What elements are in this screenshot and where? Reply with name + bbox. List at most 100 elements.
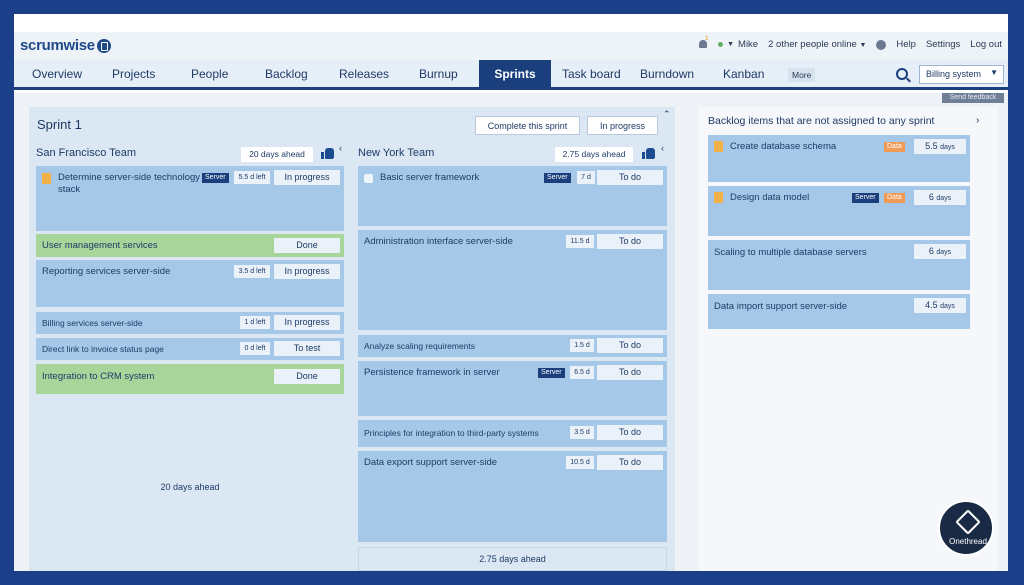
sprint-item[interactable]: Principles for integration to third-part… bbox=[358, 420, 667, 447]
chevron-down-icon: ▼ bbox=[990, 68, 998, 77]
chevron-right-icon[interactable]: › bbox=[976, 115, 979, 126]
item-status[interactable]: To do bbox=[597, 365, 663, 380]
thumbs-up-icon[interactable] bbox=[321, 147, 334, 159]
logo-icon bbox=[96, 38, 111, 53]
send-feedback-button[interactable]: Send feedback bbox=[942, 93, 1004, 103]
tab-task-board[interactable]: Task board bbox=[562, 60, 621, 90]
item-status[interactable]: In progress bbox=[274, 264, 340, 279]
user-menu[interactable]: ▼ Mike bbox=[718, 39, 758, 50]
tab-people[interactable]: People bbox=[191, 60, 228, 90]
more-button[interactable]: More bbox=[788, 68, 816, 82]
item-title: Integration to CRM system bbox=[42, 371, 155, 382]
item-title: Billing services server-side bbox=[42, 318, 143, 328]
sprint-item[interactable]: Reporting services server-side 3.5 d lef… bbox=[36, 260, 344, 307]
tab-projects[interactable]: Projects bbox=[112, 60, 155, 90]
item-status[interactable]: Done bbox=[274, 369, 340, 384]
item-title: Analyze scaling requirements bbox=[364, 341, 476, 351]
item-title: Direct link to invoice status page bbox=[42, 344, 164, 354]
tab-kanban[interactable]: Kanban bbox=[723, 60, 764, 90]
team-name-sf: San Francisco Team bbox=[36, 147, 137, 159]
sprint-item[interactable]: Basic server framework Server 7 d To do bbox=[358, 166, 667, 226]
item-days: 6 days bbox=[914, 190, 966, 205]
team-footer-ny: 2.75 days ahead bbox=[479, 554, 546, 564]
item-title: Design data model bbox=[730, 192, 810, 203]
sprint-item[interactable]: Persistence framework in server Server 6… bbox=[358, 361, 667, 416]
sprint-title[interactable]: Sprint 1 bbox=[37, 117, 82, 132]
sprint-item[interactable]: Billing services server-side 1 d left In… bbox=[36, 312, 344, 334]
tab-backlog[interactable]: Backlog bbox=[265, 60, 308, 90]
backlog-item[interactable]: Scaling to multiple database servers 6 d… bbox=[708, 240, 970, 290]
item-estimate: 7 d bbox=[577, 171, 595, 184]
team-footer-sf: 20 days ahead bbox=[160, 482, 220, 492]
item-status[interactable]: To do bbox=[597, 425, 663, 440]
sprint-item[interactable]: Data export support server-side 10.5 d T… bbox=[358, 451, 667, 542]
settings-link[interactable]: Settings bbox=[926, 39, 960, 50]
tab-burnup[interactable]: Burnup bbox=[419, 60, 458, 90]
thumbs-up-icon[interactable] bbox=[642, 147, 655, 159]
item-status[interactable]: To test bbox=[274, 341, 340, 356]
app-logo[interactable]: scrumwise bbox=[20, 37, 111, 54]
item-status[interactable]: To do bbox=[597, 338, 663, 353]
item-estimate: 3.5 d bbox=[570, 426, 594, 439]
item-status[interactable]: Done bbox=[274, 238, 340, 253]
logout-link[interactable]: Log out bbox=[970, 39, 1002, 50]
item-title: Persistence framework in server bbox=[364, 367, 500, 378]
item-status[interactable]: In progress bbox=[274, 315, 340, 330]
backlog-title: Backlog items that are not assigned to a… bbox=[708, 115, 935, 127]
item-title: Data export support server-side bbox=[364, 457, 498, 468]
brand-badge-text: Onethread bbox=[949, 537, 987, 546]
sprint-item[interactable]: User management services Done bbox=[36, 234, 344, 257]
complete-sprint-button[interactable]: Complete this sprint bbox=[475, 116, 580, 135]
days-value: 6 bbox=[928, 192, 934, 202]
project-select[interactable]: Billing system ▼ bbox=[919, 65, 1004, 84]
item-title: Create database schema bbox=[730, 141, 837, 152]
help-link[interactable]: Help bbox=[896, 39, 916, 50]
tab-releases[interactable]: Releases bbox=[339, 60, 389, 90]
item-status[interactable]: To do bbox=[597, 170, 663, 185]
bell-icon[interactable]: 1 bbox=[698, 36, 708, 50]
sprint-status-button[interactable]: In progress bbox=[587, 116, 658, 135]
cube-icon bbox=[955, 509, 981, 535]
item-estimate: 1.5 d bbox=[570, 339, 594, 352]
main-nav: Overview Projects People Backlog Release… bbox=[14, 60, 1008, 90]
tab-overview[interactable]: Overview bbox=[32, 60, 82, 90]
item-days: 6 days bbox=[914, 244, 966, 259]
data-tag: Data bbox=[884, 193, 905, 203]
top-bar: scrumwise 1 ▼ Mike 2 other people online… bbox=[14, 32, 1008, 60]
item-status[interactable]: In progress bbox=[274, 170, 340, 185]
sprint-item[interactable]: Integration to CRM system Done bbox=[36, 364, 344, 394]
tab-burndown[interactable]: Burndown bbox=[640, 60, 694, 90]
backlog-item[interactable]: Design data model Server Data 6 days bbox=[708, 186, 970, 236]
user-name: Mike bbox=[738, 39, 759, 50]
item-status[interactable]: To do bbox=[597, 234, 663, 249]
chevron-up-icon[interactable]: ⌃ bbox=[663, 109, 671, 120]
app-window: scrumwise 1 ▼ Mike 2 other people online… bbox=[14, 14, 1008, 571]
team-name-ny: New York Team bbox=[358, 147, 435, 159]
team-ahead-sf: 20 days ahead bbox=[241, 147, 313, 162]
days-value: 4.5 bbox=[925, 300, 938, 310]
backlog-item[interactable]: Create database schema Data 5.5 days bbox=[708, 135, 970, 182]
online-people-dropdown[interactable]: 2 other people online ▼ bbox=[768, 39, 866, 50]
story-icon bbox=[42, 173, 51, 184]
sprint-item[interactable]: Analyze scaling requirements 1.5 d To do bbox=[358, 335, 667, 357]
item-estimate: 6.5 d bbox=[570, 366, 594, 379]
sprint-item[interactable]: Administration interface server-side 11.… bbox=[358, 230, 667, 330]
project-select-value: Billing system bbox=[926, 69, 982, 79]
tab-sprints[interactable]: Sprints bbox=[479, 60, 551, 90]
item-status[interactable]: To do bbox=[597, 455, 663, 470]
backlog-item[interactable]: Data import support server-side 4.5 days bbox=[708, 294, 970, 329]
server-tag: Server bbox=[544, 173, 571, 183]
search-icon[interactable] bbox=[896, 68, 908, 80]
days-unit: days bbox=[936, 249, 952, 256]
chevron-left-icon[interactable]: ‹ bbox=[339, 143, 342, 153]
days-value: 5.5 bbox=[925, 141, 938, 151]
sprint-item[interactable]: Determine server-side technology stack S… bbox=[36, 166, 344, 231]
task-icon bbox=[364, 174, 373, 183]
item-title: User management services bbox=[42, 240, 158, 251]
item-title: Basic server framework bbox=[380, 172, 480, 183]
server-tag: Server bbox=[202, 173, 229, 183]
server-tag: Server bbox=[538, 368, 565, 378]
chevron-left-icon[interactable]: ‹ bbox=[661, 143, 664, 153]
sprint-item[interactable]: Direct link to invoice status page 0 d l… bbox=[36, 338, 344, 360]
info-icon[interactable] bbox=[876, 39, 887, 50]
